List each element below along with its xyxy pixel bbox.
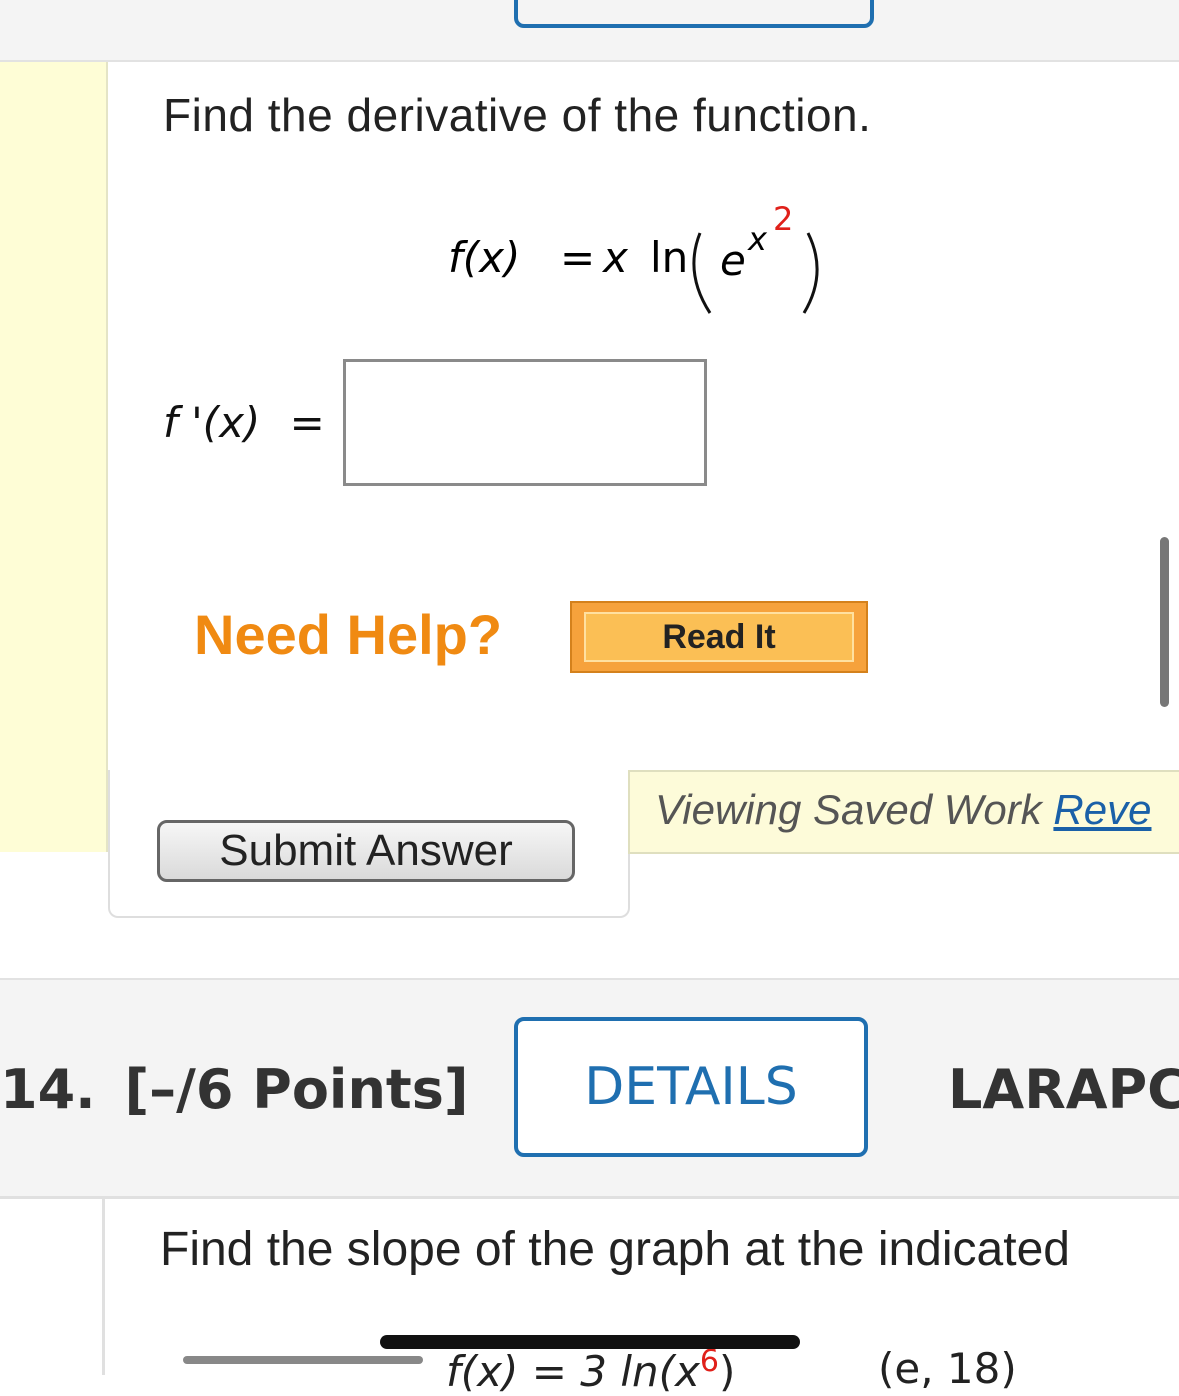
- question-14-equation: f(x) = 3 ln(x6): [446, 1344, 735, 1396]
- saved-work-text: Viewing Saved Work Reve: [655, 786, 1151, 834]
- read-it-button[interactable]: Read It: [570, 601, 868, 673]
- function-equation-svg: f(x) = x ln e x 2: [448, 200, 819, 314]
- derivative-equals: =: [289, 398, 325, 447]
- exp-power: 2: [773, 200, 793, 238]
- right-paren: [802, 232, 819, 314]
- saved-work-label: Viewing Saved Work: [655, 786, 1042, 833]
- question-14-number: 14. [–/6 Points]: [0, 1058, 469, 1121]
- derivative-name: f '(x): [163, 398, 261, 447]
- question-14-point: (e, 18): [878, 1344, 1017, 1393]
- need-help-label: Need Help?: [194, 603, 503, 666]
- answer-input[interactable]: [343, 359, 707, 486]
- derivative-label: f '(x) =: [163, 398, 325, 447]
- previous-details-button[interactable]: [514, 0, 874, 28]
- question-14-code: LARAPC: [948, 1058, 1179, 1121]
- question-prompt: Find the derivative of the function.: [163, 89, 872, 141]
- exp-base: e: [720, 236, 746, 285]
- function-equals: =: [560, 233, 595, 282]
- function-coef: x: [601, 233, 629, 282]
- function-equation: f(x) = x ln e x 2: [448, 195, 848, 325]
- details-button[interactable]: DETAILS: [514, 1017, 868, 1157]
- read-it-label: Read It: [584, 612, 854, 662]
- question-14-prompt: Find the slope of the graph at the indic…: [160, 1223, 1070, 1276]
- q14-eq-close: ): [719, 1347, 736, 1396]
- home-indicator[interactable]: [380, 1335, 800, 1349]
- question-number: 14.: [0, 1058, 96, 1121]
- function-lhs: f(x): [448, 233, 520, 282]
- question-margin: [0, 62, 108, 852]
- ln-label: ln: [650, 233, 688, 282]
- revert-link[interactable]: Reve: [1053, 786, 1151, 833]
- left-paren: [692, 232, 712, 314]
- q14-eq-body: f(x) = 3 ln(x: [446, 1347, 700, 1396]
- exp-variable: x: [747, 220, 768, 258]
- q14-eq-power: 6: [699, 1344, 720, 1379]
- question-14-margin: [102, 1197, 105, 1375]
- submit-answer-button[interactable]: Submit Answer: [157, 820, 575, 882]
- vertical-scrollbar[interactable]: [1160, 537, 1169, 707]
- question-points: [–/6 Points]: [124, 1058, 469, 1121]
- horizontal-scrollbar[interactable]: [183, 1356, 423, 1364]
